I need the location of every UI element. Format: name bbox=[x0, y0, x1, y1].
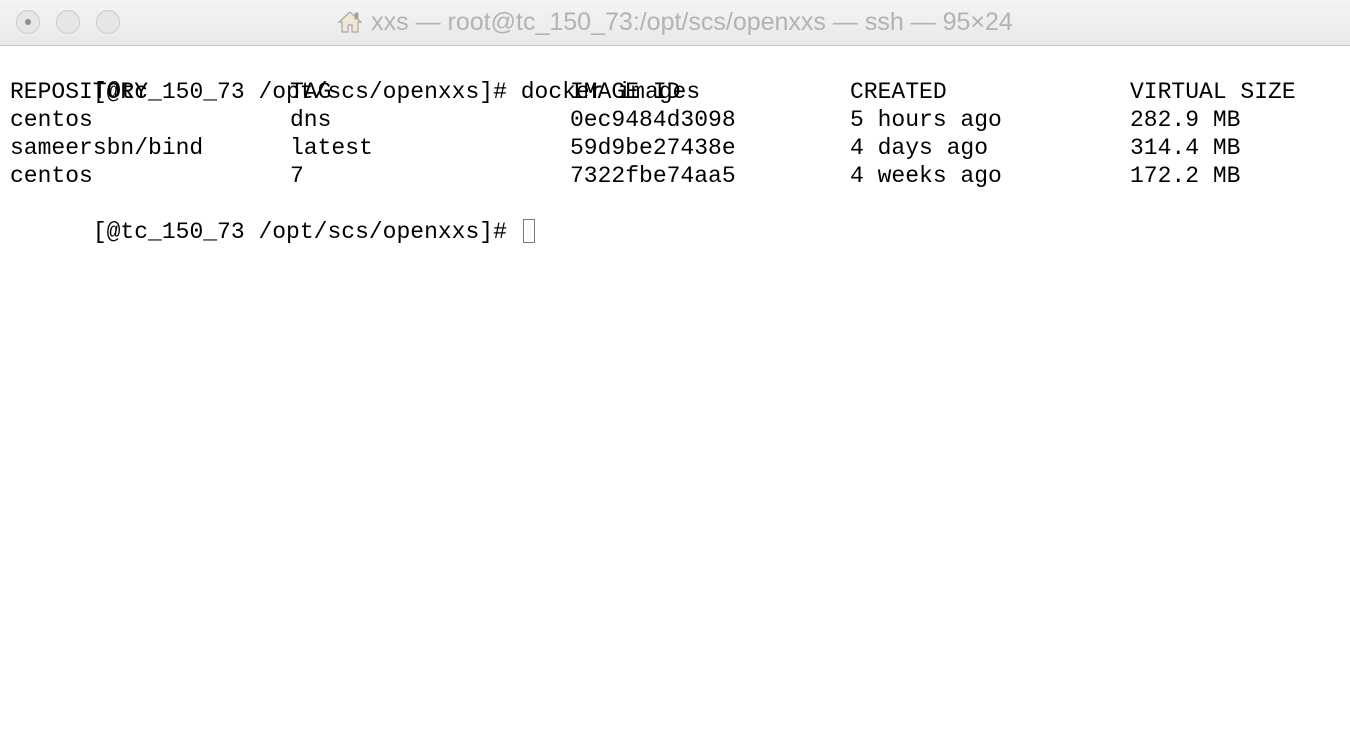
cell-created: 4 weeks ago bbox=[850, 163, 1002, 189]
cell-image-id: 59d9be27438e bbox=[570, 135, 736, 161]
table-row: centos dns 0ec9484d3098 5 hours ago 282.… bbox=[10, 106, 1340, 134]
cell-virtual-size: 282.9 MB bbox=[1130, 107, 1241, 133]
header-created: CREATED bbox=[850, 79, 947, 105]
header-image-id: IMAGE ID bbox=[570, 79, 681, 105]
prompt-line[interactable]: [@tc_150_73 /opt/scs/openxxs]# bbox=[10, 190, 1340, 245]
cell-virtual-size: 314.4 MB bbox=[1130, 135, 1241, 161]
cell-image-id: 0ec9484d3098 bbox=[570, 107, 736, 133]
terminal-content[interactable]: [@tc_150_73 /opt/scs/openxxs]# docker im… bbox=[10, 50, 1340, 720]
cell-tag: latest bbox=[290, 135, 373, 161]
text-cursor bbox=[522, 219, 535, 243]
cell-created: 4 days ago bbox=[850, 135, 989, 161]
command-line: [@tc_150_73 /opt/scs/openxxs]# docker im… bbox=[10, 50, 1340, 105]
window-title-text: xxs — root@tc_150_73:/opt/scs/openxxs — … bbox=[371, 8, 1013, 36]
table-header-row: REPOSITORY TAG IMAGE ID CREATED VIRTUAL … bbox=[10, 78, 1340, 106]
table-row: sameersbn/bind latest 59d9be27438e 4 day… bbox=[10, 134, 1340, 162]
home-icon bbox=[337, 11, 363, 33]
header-tag: TAG bbox=[290, 79, 332, 105]
prompt: [@tc_150_73 /opt/scs/openxxs]# bbox=[92, 219, 507, 245]
cell-repository: sameersbn/bind bbox=[10, 135, 204, 161]
header-virtual-size: VIRTUAL SIZE bbox=[1130, 79, 1296, 105]
header-repository: REPOSITORY bbox=[10, 79, 149, 105]
cell-tag: 7 bbox=[290, 163, 304, 189]
cell-created: 5 hours ago bbox=[850, 107, 1002, 133]
cell-tag: dns bbox=[290, 107, 332, 133]
terminal-window: xxs — root@tc_150_73:/opt/scs/openxxs — … bbox=[0, 0, 1350, 732]
window-title: xxs — root@tc_150_73:/opt/scs/openxxs — … bbox=[0, 0, 1350, 45]
cell-repository: centos bbox=[10, 163, 93, 189]
cell-image-id: 7322fbe74aa5 bbox=[570, 163, 736, 189]
title-bar[interactable]: xxs — root@tc_150_73:/opt/scs/openxxs — … bbox=[0, 0, 1350, 46]
table-row: centos 7 7322fbe74aa5 4 weeks ago 172.2 … bbox=[10, 162, 1340, 190]
cell-repository: centos bbox=[10, 107, 93, 133]
cell-virtual-size: 172.2 MB bbox=[1130, 163, 1241, 189]
